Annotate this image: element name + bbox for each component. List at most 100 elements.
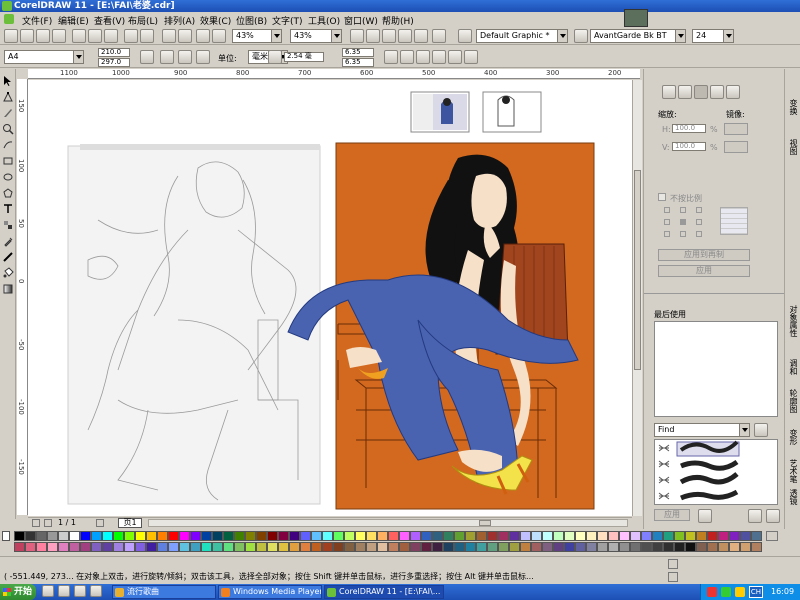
color-swatch[interactable]	[289, 531, 300, 541]
chevron-down-icon[interactable]	[73, 51, 83, 63]
brush-stroke-item[interactable]	[658, 440, 740, 457]
input-language-indicator[interactable]: CH	[749, 586, 763, 598]
chevron-down-icon[interactable]	[739, 424, 749, 436]
palette-scroll-icon[interactable]	[766, 531, 778, 541]
vertical-ruler[interactable]: 150 100 50 0 -50 -100 -150	[17, 79, 28, 515]
options-icon[interactable]	[464, 50, 478, 64]
menu-view[interactable]: 查看(V)	[94, 14, 125, 27]
color-swatch[interactable]	[509, 542, 520, 552]
color-swatch[interactable]	[124, 542, 135, 552]
save-brush-icon[interactable]	[748, 509, 762, 523]
pencil-sketch-page[interactable]	[67, 144, 321, 505]
artistic-media-preset-combo[interactable]: Find	[654, 423, 750, 437]
font-size-combo[interactable]: 24	[692, 29, 734, 43]
color-swatch[interactable]	[399, 542, 410, 552]
color-swatch[interactable]	[311, 531, 322, 541]
drawing-canvas[interactable]	[28, 80, 632, 516]
recently-used-list[interactable]	[654, 321, 778, 417]
color-swatch[interactable]	[476, 531, 487, 541]
tray-app-icon[interactable]	[707, 587, 717, 597]
color-swatch[interactable]	[630, 542, 641, 552]
horizontal-scrollbar[interactable]	[148, 519, 628, 527]
color-swatch[interactable]	[289, 542, 300, 552]
duplicate-distance-x-field[interactable]: 6.35	[342, 48, 374, 57]
zoom-height-icon[interactable]	[432, 29, 446, 43]
color-swatch[interactable]	[300, 542, 311, 552]
color-swatch[interactable]	[421, 531, 432, 541]
color-swatch[interactable]	[113, 542, 124, 552]
zoom-in-icon[interactable]	[350, 29, 364, 43]
color-swatch[interactable]	[652, 531, 663, 541]
polygon-tool-icon[interactable]	[2, 187, 14, 199]
color-swatch[interactable]	[322, 531, 333, 541]
color-swatch[interactable]	[410, 531, 421, 541]
color-swatch[interactable]	[619, 531, 630, 541]
color-illustration-page[interactable]	[287, 142, 595, 510]
quick-launch-icon[interactable]	[42, 585, 54, 597]
import-icon[interactable]	[162, 29, 176, 43]
tray-app-icon[interactable]	[721, 587, 731, 597]
color-swatch[interactable]	[355, 531, 366, 541]
window-title-bar[interactable]: CorelDRAW 11 - [E:\FAI\老婆.cdr]	[0, 0, 800, 12]
color-swatch[interactable]	[685, 542, 696, 552]
dynamic-guides-icon[interactable]	[448, 50, 462, 64]
zoom-page-icon[interactable]	[398, 29, 412, 43]
page-tab[interactable]: 页1	[118, 518, 142, 528]
freehand-tool-icon[interactable]	[2, 139, 14, 151]
color-swatch[interactable]	[157, 542, 168, 552]
vertical-scrollbar[interactable]	[632, 80, 642, 516]
horizontal-ruler[interactable]: 1100 1000 900 800 700 600 500 400 300 20…	[28, 69, 640, 79]
color-swatch[interactable]	[432, 542, 443, 552]
menu-file[interactable]: 文件(F)	[22, 14, 52, 27]
snap-to-grid-icon[interactable]	[400, 50, 414, 64]
nudge-distance-field[interactable]: 2.54 毫	[284, 52, 324, 62]
color-swatch[interactable]	[47, 542, 58, 552]
color-swatch[interactable]	[322, 542, 333, 552]
rotate-icon[interactable]	[678, 85, 692, 99]
document-menu-icon[interactable]	[4, 14, 14, 24]
fill-tool-icon[interactable]	[2, 267, 14, 279]
menu-help[interactable]: 帮助(H)	[382, 14, 414, 27]
undo-icon[interactable]	[124, 29, 138, 43]
scale-h-field[interactable]: 100.0	[672, 124, 706, 133]
all-pages-icon[interactable]	[178, 50, 192, 64]
view-navigator-thumbnail[interactable]	[624, 9, 648, 27]
color-swatch[interactable]	[190, 542, 201, 552]
new-icon[interactable]	[4, 29, 18, 43]
color-swatch[interactable]	[25, 542, 36, 552]
color-swatch[interactable]	[168, 531, 179, 541]
corel-online-icon[interactable]	[212, 29, 226, 43]
color-swatch[interactable]	[553, 542, 564, 552]
menu-edit[interactable]: 编辑(E)	[58, 14, 89, 27]
tab-blend[interactable]: 调和	[787, 359, 799, 375]
color-swatch[interactable]	[344, 531, 355, 541]
color-swatch[interactable]	[36, 542, 47, 552]
color-swatch[interactable]	[575, 531, 586, 541]
snap-to-objects-icon[interactable]	[432, 50, 446, 64]
color-swatch[interactable]	[91, 531, 102, 541]
color-swatch[interactable]	[718, 542, 729, 552]
apply-artistic-media-button[interactable]: 应用	[654, 509, 690, 521]
color-swatch[interactable]	[696, 542, 707, 552]
color-swatch[interactable]	[641, 542, 652, 552]
open-icon[interactable]	[20, 29, 34, 43]
duplicate-distance-y-field[interactable]: 6.35	[342, 58, 374, 67]
save-icon[interactable]	[36, 29, 50, 43]
color-swatch[interactable]	[102, 531, 113, 541]
color-swatch[interactable]	[520, 531, 531, 541]
color-swatch[interactable]	[366, 542, 377, 552]
color-swatch[interactable]	[146, 531, 157, 541]
color-swatch[interactable]	[223, 542, 234, 552]
color-swatch[interactable]	[421, 542, 432, 552]
color-swatch[interactable]	[487, 531, 498, 541]
color-swatch[interactable]	[300, 531, 311, 541]
color-swatch[interactable]	[619, 542, 630, 552]
tab-contour[interactable]: 轮廓图	[787, 389, 799, 413]
color-swatch[interactable]	[124, 531, 135, 541]
color-swatch[interactable]	[168, 542, 179, 552]
mirror-horizontal-icon[interactable]	[724, 123, 748, 135]
color-swatch[interactable]	[344, 542, 355, 552]
scale-v-field[interactable]: 100.0	[672, 142, 706, 151]
color-swatch[interactable]	[388, 542, 399, 552]
print-icon[interactable]	[52, 29, 66, 43]
